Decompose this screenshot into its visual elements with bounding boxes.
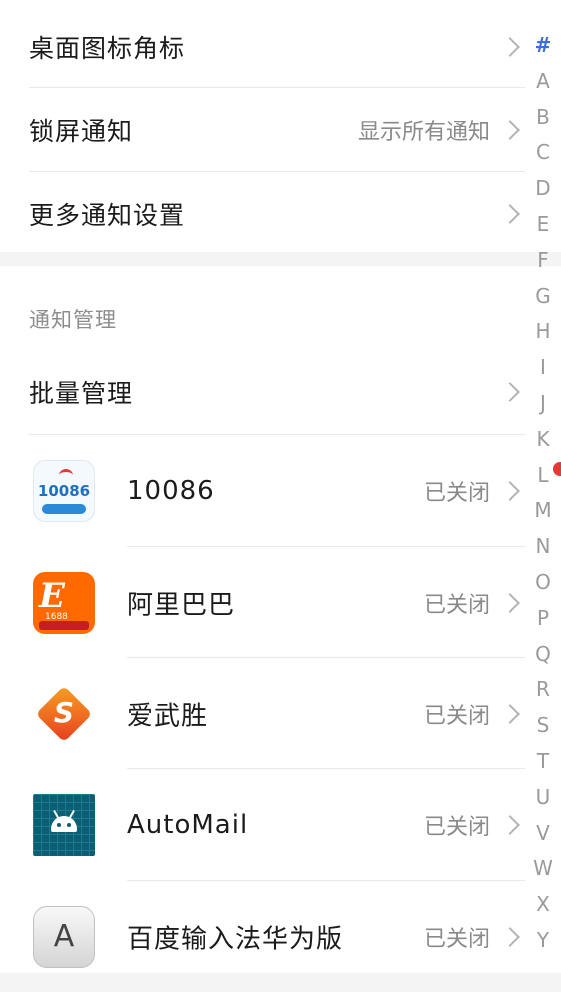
baidu-input-app-icon: A <box>33 905 95 968</box>
alpha-index-a[interactable]: A <box>525 64 561 100</box>
scroll-indicator-marker <box>553 462 561 476</box>
chevron-right-icon <box>500 592 520 613</box>
app-row-10086[interactable]: 10086 10086 已关闭 <box>0 435 525 546</box>
alpha-index-o[interactable]: O <box>525 565 561 601</box>
batch-management-label: 批量管理 <box>29 379 134 408</box>
alpha-index-c[interactable]: C <box>525 135 561 171</box>
alpha-index-x[interactable]: X <box>525 887 561 923</box>
android-app-icon <box>33 793 95 856</box>
alpha-index-n[interactable]: N <box>525 529 561 565</box>
batch-management-row[interactable]: 批量管理 <box>0 350 525 434</box>
chevron-right-icon <box>500 204 520 224</box>
app-status: 已关闭 <box>423 814 490 840</box>
app-name: 百度输入法华为版 <box>127 924 344 954</box>
lock-screen-value: 显示所有通知 <box>357 120 490 145</box>
app-row-aiwusheng[interactable]: S 爱武胜 已关闭 <box>0 658 525 769</box>
alpha-index-g[interactable]: G <box>525 279 561 315</box>
chevron-right-icon <box>500 382 520 402</box>
desktop-badge-label: 桌面图标角标 <box>29 34 186 63</box>
notification-management-group: 通知管理 批量管理 10086 10086 已关闭 E 1688 阿里巴巴 已关… <box>0 266 561 973</box>
10086-app-icon: 10086 <box>33 459 95 522</box>
alpha-index-e[interactable]: E <box>525 207 561 243</box>
app-name: AutoMail <box>127 809 249 840</box>
lock-screen-label: 锁屏通知 <box>29 117 134 146</box>
alpha-index-b[interactable]: B <box>525 100 561 136</box>
alpha-index-d[interactable]: D <box>525 171 561 207</box>
app-status: 已关闭 <box>423 703 490 729</box>
alpha-index-q[interactable]: Q <box>525 637 561 673</box>
chevron-right-icon <box>500 480 520 501</box>
alpha-index-r[interactable]: R <box>525 672 561 708</box>
desktop-badge-row[interactable]: 桌面图标角标 <box>0 5 525 89</box>
app-name: 阿里巴巴 <box>127 590 236 620</box>
alpha-index-j[interactable]: J <box>525 386 561 422</box>
aiwusheng-app-icon: S <box>33 682 95 745</box>
alibaba-app-icon: E 1688 <box>33 571 95 634</box>
app-status: 已关闭 <box>423 926 490 952</box>
alpha-index-p[interactable]: P <box>525 601 561 637</box>
alpha-index-t[interactable]: T <box>525 744 561 780</box>
alpha-index-f[interactable]: F <box>525 243 561 279</box>
chevron-right-icon <box>500 926 520 947</box>
app-row-baidu-input[interactable]: A 百度输入法华为版 已关闭 <box>0 881 525 992</box>
app-row-automail[interactable]: AutoMail 已关闭 <box>0 769 525 880</box>
chevron-right-icon <box>500 120 520 140</box>
alpha-index-hash[interactable]: # <box>525 28 561 64</box>
chevron-right-icon <box>500 37 520 57</box>
app-status: 已关闭 <box>423 592 490 618</box>
alpha-index-w[interactable]: W <box>525 851 561 887</box>
more-settings-label: 更多通知设置 <box>29 201 186 230</box>
alpha-index-m[interactable]: M <box>525 493 561 529</box>
alpha-index-k[interactable]: K <box>525 422 561 458</box>
app-name: 爱武胜 <box>127 701 209 731</box>
alphabet-index[interactable]: # A B C D E F G H I J K L M N O P Q R S T U V W X Y <box>525 28 561 959</box>
alpha-index-h[interactable]: H <box>525 314 561 350</box>
alpha-index-s[interactable]: S <box>525 708 561 744</box>
app-name: 10086 <box>127 475 215 506</box>
alpha-index-u[interactable]: U <box>525 780 561 816</box>
alpha-index-v[interactable]: V <box>525 816 561 852</box>
chevron-right-icon <box>500 814 520 835</box>
lock-screen-notification-row[interactable]: 锁屏通知 显示所有通知 <box>0 88 525 172</box>
notification-settings-group: 桌面图标角标 锁屏通知 显示所有通知 更多通知设置 <box>0 0 561 252</box>
more-notification-settings-row[interactable]: 更多通知设置 <box>0 172 525 256</box>
alpha-index-i[interactable]: I <box>525 350 561 386</box>
section-title: 通知管理 <box>29 308 117 332</box>
app-status: 已关闭 <box>423 480 490 506</box>
alpha-index-y[interactable]: Y <box>525 923 561 959</box>
app-row-alibaba[interactable]: E 1688 阿里巴巴 已关闭 <box>0 547 525 658</box>
chevron-right-icon <box>500 703 520 724</box>
